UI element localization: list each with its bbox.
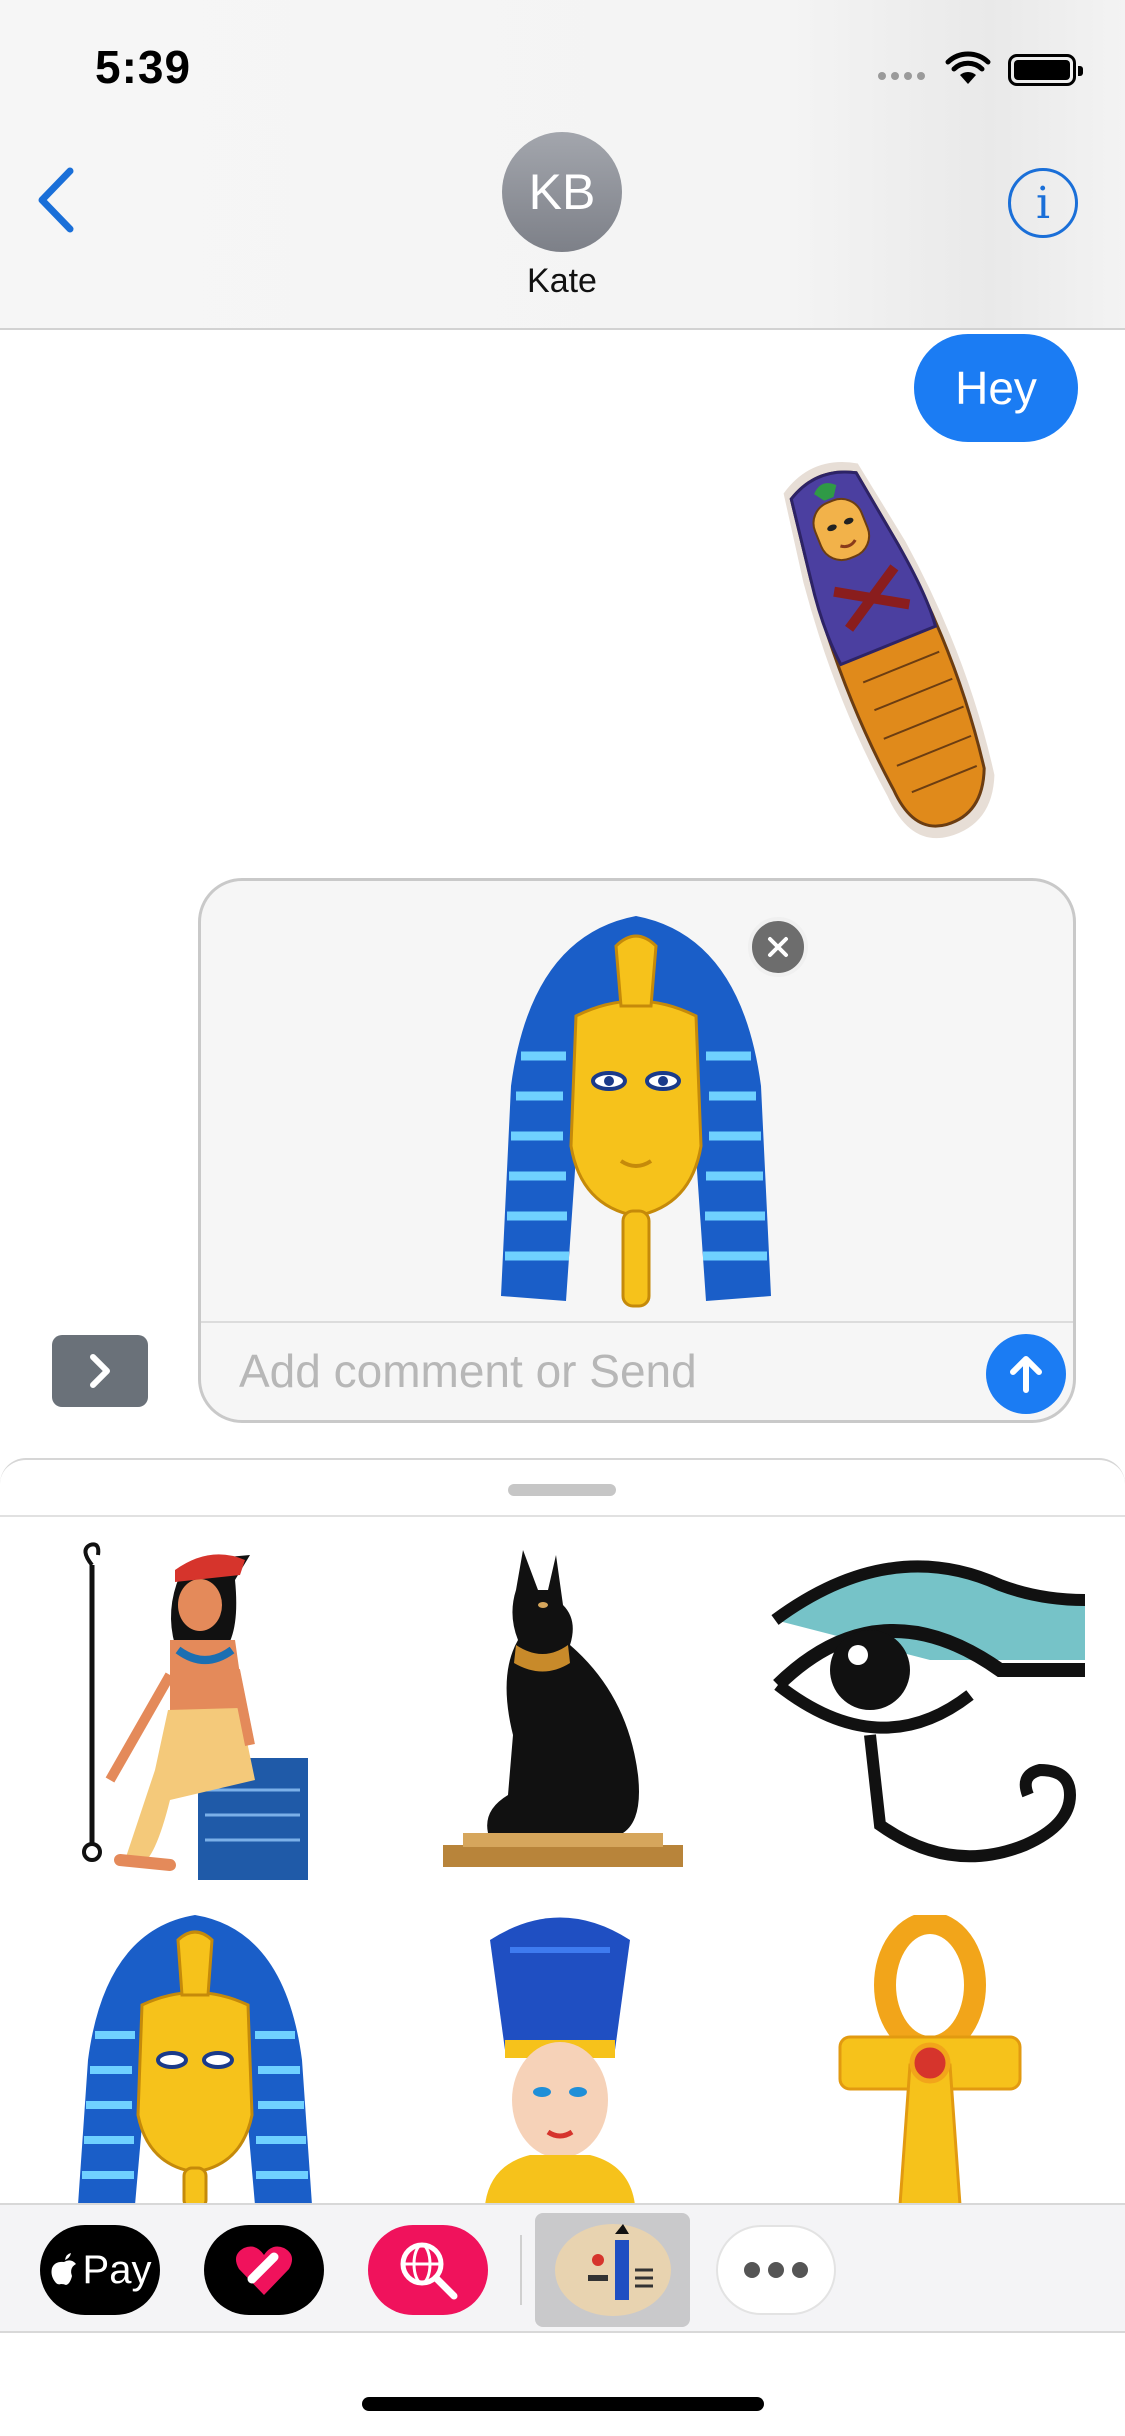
expand-apps-button[interactable] xyxy=(52,1335,148,1407)
conversation-header: 5:39 KB Kate i xyxy=(0,0,1125,330)
imessage-app-strip: Pay xyxy=(0,2203,1125,2333)
apple-pay-label: Pay xyxy=(82,2247,152,2292)
sticker-drawer xyxy=(0,1458,1125,2203)
battery-icon xyxy=(1008,54,1083,86)
compose-divider xyxy=(201,1321,1073,1323)
sarcophagus-sticker[interactable] xyxy=(755,445,1025,855)
bastet-cat-sticker[interactable] xyxy=(443,1550,683,1867)
chevron-right-icon xyxy=(90,1354,110,1388)
egypt-stickers-app-icon xyxy=(554,2224,671,2316)
remove-sticker-button[interactable] xyxy=(748,917,808,977)
eye-of-horus-sticker[interactable] xyxy=(770,1545,1090,1875)
egypt-stickers-app[interactable] xyxy=(535,2213,690,2327)
info-button[interactable]: i xyxy=(1008,168,1078,238)
arrow-up-icon xyxy=(1010,1356,1042,1393)
message-bubble[interactable]: Hey xyxy=(914,334,1078,442)
chevron-left-icon xyxy=(38,167,74,233)
pharaoh-mask-sticker[interactable] xyxy=(491,906,781,1316)
close-icon xyxy=(768,937,788,957)
drawer-divider xyxy=(0,1515,1125,1517)
digital-touch-app[interactable] xyxy=(204,2225,324,2315)
contact-name[interactable]: Kate xyxy=(462,262,662,301)
apple-pay-app[interactable]: Pay xyxy=(40,2225,160,2315)
more-dots-icon xyxy=(744,2262,760,2278)
app-strip-divider xyxy=(520,2235,522,2305)
heart-icon xyxy=(235,2246,293,2295)
wifi-icon xyxy=(945,51,991,84)
back-button[interactable] xyxy=(30,165,90,235)
more-apps-button[interactable] xyxy=(716,2225,836,2315)
pharaoh-mask-small-sticker[interactable] xyxy=(70,1910,320,2203)
drawer-grabber[interactable] xyxy=(508,1484,616,1496)
comment-input[interactable] xyxy=(239,1331,939,1411)
nefertiti-sticker[interactable] xyxy=(450,1910,670,2203)
ankh-sticker[interactable] xyxy=(835,1915,1025,2203)
contact-avatar[interactable]: KB xyxy=(502,132,622,252)
seated-goddess-sticker[interactable] xyxy=(60,1540,320,1885)
cellular-signal-icon xyxy=(878,72,925,80)
status-time: 5:39 xyxy=(95,41,192,93)
compose-card xyxy=(198,878,1076,1423)
globe-search-icon xyxy=(400,2242,458,2300)
web-search-app[interactable] xyxy=(368,2225,488,2315)
home-indicator[interactable] xyxy=(362,2397,764,2411)
send-button[interactable] xyxy=(986,1334,1066,1414)
apple-logo-icon xyxy=(51,2253,76,2285)
